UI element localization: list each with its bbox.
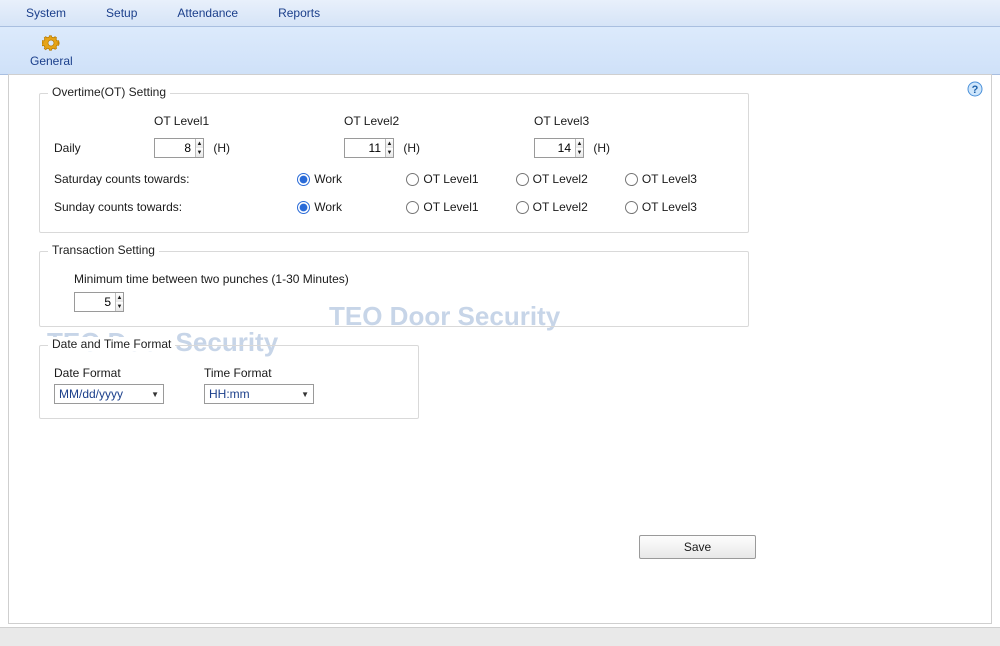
ot-col-level2: OT Level2 <box>344 114 534 128</box>
ot-col-level3: OT Level3 <box>534 114 724 128</box>
spin-down-icon[interactable]: ▼ <box>386 148 393 157</box>
menu-reports[interactable]: Reports <box>262 3 336 23</box>
gear-icon <box>42 34 60 52</box>
unit-label: (H) <box>213 141 230 155</box>
save-button[interactable]: Save <box>639 535 756 559</box>
spin-up-icon[interactable]: ▲ <box>116 293 123 302</box>
transaction-fieldset: Transaction Setting Minimum time between… <box>39 251 749 327</box>
unit-label: (H) <box>593 141 610 155</box>
ot-level2-spinner[interactable]: ▲▼ <box>344 138 394 158</box>
spin-up-icon[interactable]: ▲ <box>386 139 393 148</box>
unit-label: (H) <box>403 141 420 155</box>
spin-down-icon[interactable]: ▼ <box>116 302 123 311</box>
svg-text:?: ? <box>972 84 979 96</box>
menu-system[interactable]: System <box>10 3 82 23</box>
ot-col-level1: OT Level1 <box>154 114 344 128</box>
menu-setup[interactable]: Setup <box>90 3 153 23</box>
ot-level3-spinner[interactable]: ▲▼ <box>534 138 584 158</box>
sun-level1-radio[interactable]: OT Level1 <box>406 200 515 214</box>
ot-level2-input[interactable] <box>345 139 385 157</box>
date-format-value: MM/dd/yyyy <box>59 387 123 401</box>
overtime-fieldset: Overtime(OT) Setting OT Level1 OT Level2… <box>39 93 749 233</box>
min-punch-input[interactable] <box>75 293 115 311</box>
spin-up-icon[interactable]: ▲ <box>576 139 583 148</box>
ot-level1-input[interactable] <box>155 139 195 157</box>
ot-level3-input[interactable] <box>535 139 575 157</box>
sunday-label: Sunday counts towards: <box>54 200 297 214</box>
spin-up-icon[interactable]: ▲ <box>196 139 203 148</box>
chevron-down-icon: ▼ <box>151 390 159 399</box>
general-button[interactable]: General <box>20 32 83 70</box>
date-format-label: Date Format <box>54 366 164 380</box>
help-icon[interactable]: ? <box>967 81 983 97</box>
time-format-combo[interactable]: HH:mm ▼ <box>204 384 314 404</box>
min-punch-spinner[interactable]: ▲▼ <box>74 292 124 312</box>
datetime-fieldset: Date and Time Format Date Format MM/dd/y… <box>39 345 419 419</box>
statusbar <box>0 627 1000 646</box>
sat-level1-radio[interactable]: OT Level1 <box>406 172 515 186</box>
menubar: System Setup Attendance Reports <box>0 0 1000 27</box>
content-panel: ? TEO Door Security TEO Door Security Ov… <box>8 74 992 624</box>
sun-level3-radio[interactable]: OT Level3 <box>625 200 734 214</box>
sun-level2-radio[interactable]: OT Level2 <box>516 200 625 214</box>
time-format-value: HH:mm <box>209 387 250 401</box>
menu-attendance[interactable]: Attendance <box>161 3 254 23</box>
sat-work-radio[interactable]: Work <box>297 172 406 186</box>
spin-down-icon[interactable]: ▼ <box>196 148 203 157</box>
overtime-legend: Overtime(OT) Setting <box>48 85 170 99</box>
toolbar: General <box>0 27 1000 75</box>
sat-level2-radio[interactable]: OT Level2 <box>516 172 625 186</box>
general-label: General <box>30 54 73 68</box>
daily-label: Daily <box>54 141 154 155</box>
sat-level3-radio[interactable]: OT Level3 <box>625 172 734 186</box>
min-punch-label: Minimum time between two punches (1-30 M… <box>74 272 734 286</box>
date-format-combo[interactable]: MM/dd/yyyy ▼ <box>54 384 164 404</box>
saturday-label: Saturday counts towards: <box>54 172 297 186</box>
transaction-legend: Transaction Setting <box>48 243 159 257</box>
chevron-down-icon: ▼ <box>301 390 309 399</box>
sun-work-radio[interactable]: Work <box>297 200 406 214</box>
ot-level1-spinner[interactable]: ▲▼ <box>154 138 204 158</box>
spin-down-icon[interactable]: ▼ <box>576 148 583 157</box>
time-format-label: Time Format <box>204 366 314 380</box>
datetime-legend: Date and Time Format <box>48 337 175 351</box>
